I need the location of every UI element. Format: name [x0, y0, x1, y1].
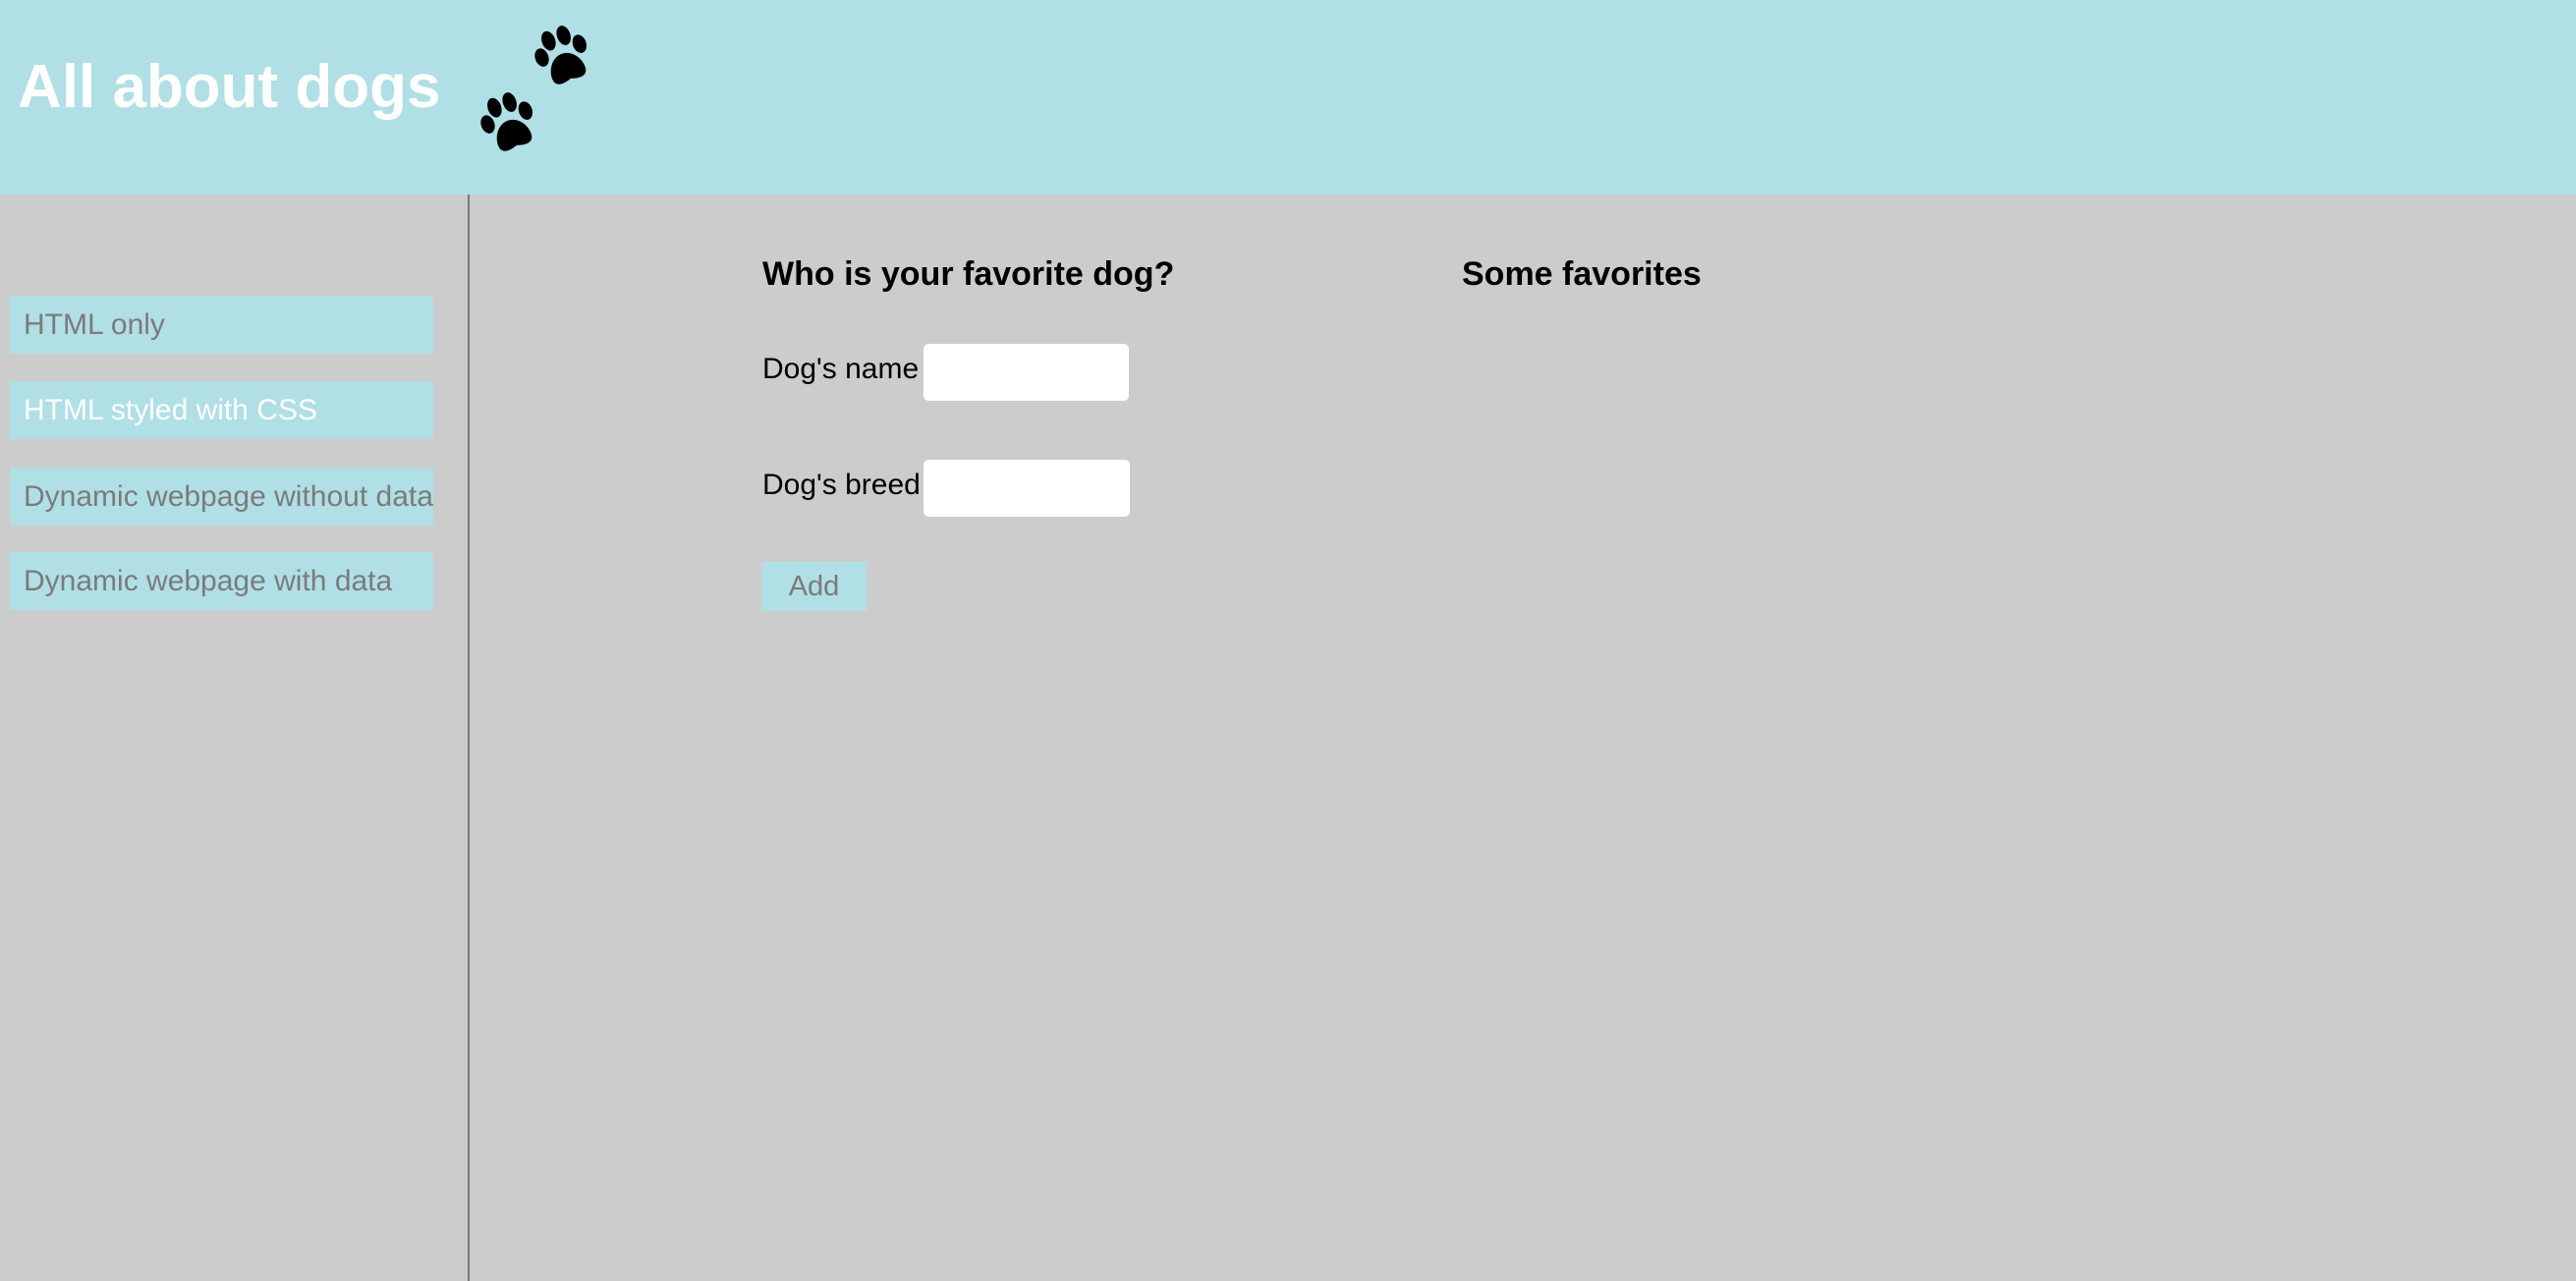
nav-item-dynamic-with-data[interactable]: Dynamic webpage with data — [10, 552, 433, 610]
dog-breed-label: Dog's breed — [762, 469, 921, 501]
site-title: All about dogs — [18, 53, 441, 121]
sidebar-nav: HTML only HTML styled with CSS Dynamic w… — [0, 195, 470, 1281]
paw-print-icon — [530, 24, 596, 90]
paw-print-icon — [476, 90, 542, 157]
nav-item-dynamic-without-data[interactable]: Dynamic webpage without data — [10, 468, 433, 526]
dog-breed-input[interactable] — [924, 460, 1130, 517]
nav-item-html-only[interactable]: HTML only — [10, 296, 433, 354]
dog-name-input[interactable] — [924, 344, 1129, 401]
form-heading: Who is your favorite dog? — [762, 255, 1175, 293]
add-button[interactable]: Add — [761, 562, 867, 611]
dog-name-label: Dog's name — [762, 353, 920, 385]
favorites-heading: Some favorites — [1462, 255, 1702, 293]
nav-item-html-styled-with-css[interactable]: HTML styled with CSS — [10, 381, 433, 439]
site-header: All about dogs — [0, 0, 2576, 195]
